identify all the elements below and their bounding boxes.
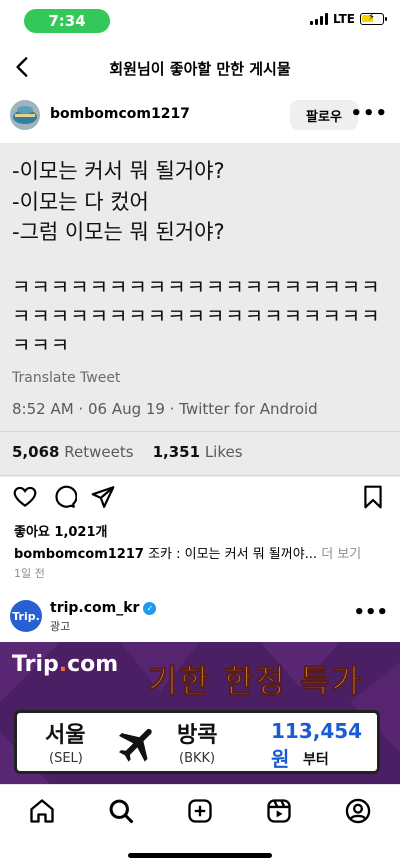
page-title: 회원님이 좋아할 만한 게시물 bbox=[109, 60, 291, 78]
tweet-laugh-line: ㅋㅋㅋ bbox=[12, 333, 71, 357]
caption-username[interactable]: bombomcom1217 bbox=[14, 547, 144, 562]
translate-tweet-label: Translate Tweet bbox=[12, 370, 121, 386]
post-header: bombomcom1217 팔로우 ••• bbox=[0, 94, 400, 138]
caption-text: 조카 : 이모는 커서 뭐 될꺼야... bbox=[143, 547, 318, 562]
post-timestamp: 1일 전 bbox=[14, 567, 45, 580]
search-icon[interactable] bbox=[107, 797, 135, 825]
nav-header: 회원님이 좋아할 만한 게시물 bbox=[0, 44, 400, 92]
ad-avatar[interactable]: Trip. bbox=[10, 600, 42, 632]
retweets-count: 5,068 bbox=[12, 443, 60, 461]
status-time[interactable]: 7:34 bbox=[24, 9, 110, 33]
reels-icon[interactable] bbox=[265, 797, 293, 825]
retweets-label: Retweets bbox=[64, 443, 134, 461]
create-icon[interactable] bbox=[186, 797, 214, 825]
ad-username: trip.com_kr bbox=[50, 600, 140, 616]
bookmark-icon[interactable] bbox=[360, 484, 386, 510]
tweet-stats: 5,068 Retweets 1,351 Likes bbox=[12, 443, 243, 461]
tweet-meta: 8:52 AM · 06 Aug 19 · Twitter for Androi… bbox=[12, 400, 318, 418]
tweet-line: -그럼 이모는 뭐 된거야? bbox=[12, 220, 225, 244]
deal-card: 서울 (SEL) 방콕 (BKK) 113,454원 부터 bbox=[14, 710, 380, 774]
tweet-divider bbox=[0, 431, 400, 432]
ad-headline: 기한 한정 특가 bbox=[148, 662, 363, 701]
signal-icon bbox=[309, 13, 328, 25]
status-bar: 7:34 LTE ⚡ bbox=[0, 0, 400, 44]
status-indicators: LTE ⚡ bbox=[309, 12, 387, 26]
like-count[interactable]: 좋아요 1,021개 bbox=[14, 521, 108, 540]
from-city: 서울 bbox=[45, 723, 86, 748]
share-icon[interactable] bbox=[90, 484, 116, 510]
post-image[interactable]: -이모는 커서 뭐 될거야? -이모는 다 컸어 -그럼 이모는 뭐 된거야? … bbox=[0, 143, 400, 477]
network-label: LTE bbox=[332, 12, 355, 26]
tweet-line: -이모는 커서 뭐 될거야? bbox=[12, 159, 225, 183]
more-icon[interactable]: ••• bbox=[353, 602, 388, 623]
brand-dot: . bbox=[58, 652, 68, 677]
ad-banner[interactable]: Trip.com 기한 한정 특가 서울 (SEL) 방콕 (BKK) 113,… bbox=[0, 642, 400, 784]
avatar[interactable] bbox=[10, 100, 40, 130]
tweet-divider bbox=[0, 475, 400, 476]
bottom-nav bbox=[0, 784, 400, 865]
likes-count: 1,351 bbox=[152, 443, 201, 461]
post-username[interactable]: bombomcom1217 bbox=[50, 106, 190, 122]
from-code: (SEL) bbox=[49, 751, 83, 766]
avatar-image bbox=[10, 100, 40, 130]
heart-icon[interactable] bbox=[12, 484, 38, 510]
follow-button[interactable]: 팔로우 bbox=[290, 100, 358, 130]
brand-suffix: com bbox=[67, 652, 119, 677]
likes-label: Likes bbox=[204, 443, 243, 461]
home-icon[interactable] bbox=[28, 797, 56, 825]
home-indicator bbox=[128, 853, 272, 858]
to-code: (BKK) bbox=[179, 751, 216, 766]
ad-account[interactable]: trip.com_kr ✓ bbox=[50, 600, 157, 616]
airplane-icon bbox=[119, 728, 152, 762]
to-city: 방콕 bbox=[177, 723, 218, 748]
charging-icon: ⚡ bbox=[368, 12, 376, 23]
caption-more-link[interactable]: 더 보기 bbox=[317, 547, 361, 562]
tweet-laugh-line: ㅋㅋㅋㅋㅋㅋㅋㅋㅋㅋㅋㅋㅋㅋㅋㅋㅋㅋㅋ bbox=[12, 304, 381, 328]
more-icon[interactable]: ••• bbox=[350, 103, 388, 124]
battery-icon: ⚡ bbox=[360, 12, 387, 25]
tweet-line: -이모는 다 컸어 bbox=[12, 190, 149, 214]
ad-header: Trip. trip.com_kr ✓ 광고 ••• bbox=[0, 596, 400, 636]
verified-icon: ✓ bbox=[143, 601, 157, 615]
deal-price-suffix: 부터 bbox=[303, 752, 329, 768]
brand-text: Trip bbox=[12, 652, 59, 677]
comment-icon[interactable] bbox=[51, 484, 77, 510]
post-caption: bombomcom1217 조카 : 이모는 커서 뭐 될꺼야... 더 보기 bbox=[14, 543, 394, 562]
profile-icon[interactable] bbox=[344, 797, 372, 825]
ad-brand: Trip.com bbox=[12, 652, 118, 677]
tweet-laugh-line: ㅋㅋㅋㅋㅋㅋㅋㅋㅋㅋㅋㅋㅋㅋㅋㅋㅋㅋㅋ bbox=[12, 275, 381, 299]
post-actions bbox=[0, 484, 400, 512]
sponsored-label: 광고 bbox=[50, 620, 71, 633]
